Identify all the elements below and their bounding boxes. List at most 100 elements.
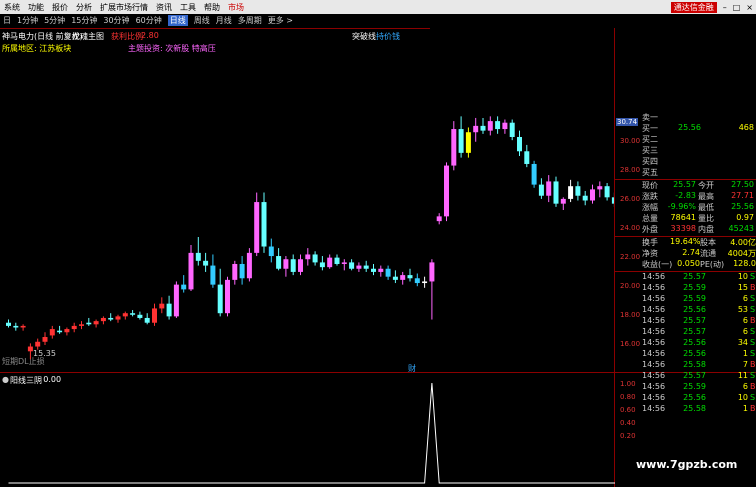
period-more[interactable]: 更多 > [268, 15, 293, 26]
period-15min[interactable]: 15分钟 [71, 15, 97, 26]
menu-item-function[interactable]: 功能 [28, 2, 44, 13]
stat-value: 0.050 [677, 259, 700, 268]
menu-item-analysis[interactable]: 分析 [76, 2, 92, 13]
period-30min[interactable]: 30分钟 [103, 15, 129, 26]
period-multi[interactable]: 多周期 [238, 15, 262, 26]
period-day-toggle[interactable]: 日 [3, 15, 11, 26]
menu-item-system[interactable]: 系统 [4, 2, 20, 13]
candle [100, 316, 106, 325]
stat-value: 78641 [670, 213, 696, 222]
candle-body [268, 246, 274, 257]
stat-value: 2.74 [682, 248, 700, 257]
candle [546, 175, 552, 203]
trade-time: 14:56 [642, 382, 666, 391]
period-1min[interactable]: 1分钟 [17, 15, 38, 26]
candle [298, 254, 303, 276]
candle [575, 181, 581, 201]
candle-body [210, 265, 216, 285]
trade-volume: 1 [742, 404, 748, 413]
menu-item-help[interactable]: 帮助 [204, 2, 220, 13]
candle [225, 276, 230, 317]
candle [276, 248, 282, 271]
candle-body [429, 262, 435, 282]
candle [502, 119, 508, 134]
trade-volume: 6 [742, 327, 748, 336]
candle [268, 238, 274, 263]
candle-body [502, 122, 508, 130]
period-weekly[interactable]: 周线 [194, 15, 210, 26]
candle-body [57, 330, 63, 333]
candle [181, 275, 187, 293]
candle [451, 121, 457, 171]
candle-body [276, 256, 282, 269]
trade-row: 14:56 25.56 34 S [640, 338, 756, 349]
candle [152, 303, 157, 326]
trade-time: 14:56 [642, 360, 666, 369]
stat-value: -9.96% [667, 202, 696, 211]
restore-icon[interactable]: □ [733, 3, 741, 12]
candle [6, 319, 11, 328]
candle-body [93, 321, 99, 325]
candle-body [407, 275, 413, 279]
trade-row: 14:56 25.56 53 S [640, 305, 756, 316]
candle [458, 116, 464, 158]
stat-row: 净资 2.74 流通 4004万 [640, 248, 756, 259]
candle [305, 248, 311, 266]
notify-badge[interactable]: 通达信金融 [670, 1, 717, 13]
candlestick-chart[interactable] [0, 28, 615, 373]
candle-body [137, 314, 143, 318]
candle-body [35, 341, 41, 347]
candle [188, 244, 194, 291]
indicator-line [8, 382, 615, 484]
candle [531, 160, 537, 188]
candle-body [495, 121, 501, 130]
stat-label: 量比 [698, 214, 714, 223]
stat-label: 涨幅 [642, 203, 658, 212]
trade-price: 25.57 [683, 371, 706, 380]
order-book-row: 买一 25.56 468 [640, 123, 756, 134]
period-60min[interactable]: 60分钟 [136, 15, 162, 26]
trade-side: S [750, 294, 756, 303]
trade-side: B [750, 316, 756, 325]
candle-body [414, 278, 420, 284]
y-axis-label: 26.00 [620, 195, 641, 203]
candle-body [122, 313, 128, 317]
menu-item-extended-market[interactable]: 扩展市场行情 [100, 2, 148, 13]
candle [400, 271, 406, 285]
period-5min[interactable]: 5分钟 [44, 15, 65, 26]
candle [334, 254, 340, 266]
candle-body [254, 202, 260, 253]
stat-value: 27.50 [731, 180, 754, 189]
close-icon[interactable]: × [746, 3, 753, 12]
menu-item-quote[interactable]: 报价 [52, 2, 68, 13]
candle-body [298, 259, 303, 272]
stat-label: 今开 [698, 181, 714, 190]
indicator-chart[interactable] [0, 373, 615, 487]
menu-item-news[interactable]: 资讯 [156, 2, 172, 13]
candle [210, 254, 216, 288]
candle-body [356, 265, 362, 269]
stat-label: 净资 [642, 249, 658, 258]
candle [312, 251, 318, 266]
candle [385, 265, 391, 280]
stat-value: -2.83 [675, 191, 696, 200]
menu-item-tools[interactable]: 工具 [180, 2, 196, 13]
stat-value: 4004万 [727, 249, 756, 258]
y-axis-label: 22.00 [620, 253, 641, 261]
stat-label: 收益(一) [642, 260, 673, 269]
minimize-icon[interactable]: – [723, 3, 727, 12]
candle [597, 181, 603, 198]
candle-body [261, 202, 267, 247]
period-daily[interactable]: 日线 [167, 15, 188, 26]
menu-item-market[interactable]: 市场 [228, 2, 244, 13]
trade-volume: 11 [737, 371, 748, 380]
stat-value: 19.64% [670, 237, 701, 246]
candle [480, 117, 486, 134]
order-price: 25.56 [678, 123, 701, 132]
candle-body [42, 337, 48, 342]
stat-row: 现价 25.57 今开 27.50 [640, 180, 756, 191]
candle [371, 263, 376, 276]
stat-label: 换手 [642, 238, 658, 247]
trade-side: S [750, 327, 756, 336]
period-monthly[interactable]: 月线 [216, 15, 232, 26]
